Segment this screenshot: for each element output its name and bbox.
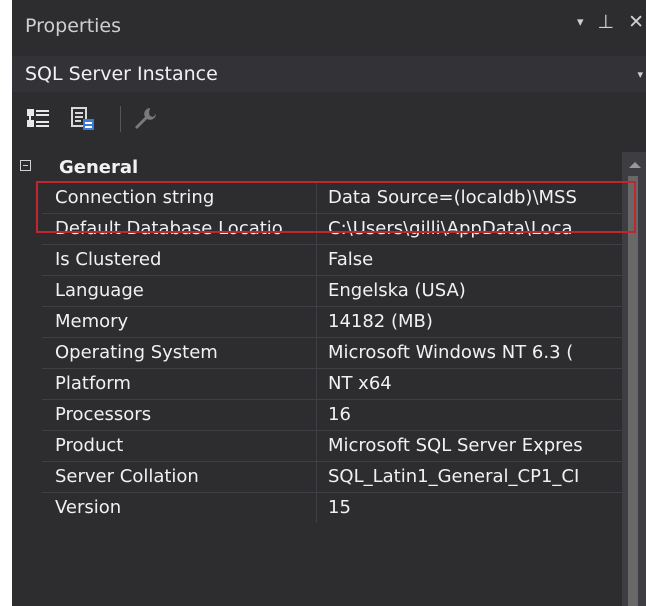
property-value[interactable]: 14182 (MB) <box>318 307 622 337</box>
window-position-dropdown-icon[interactable]: ▾ <box>577 16 584 29</box>
property-row[interactable]: Processors 16 <box>42 399 622 430</box>
properties-panel: Properties ▾ ⊥ ✕ SQL Server Instance ▾ G… <box>12 0 646 606</box>
scroll-up-arrow-icon[interactable] <box>629 162 641 168</box>
scrollbar-thumb[interactable] <box>628 176 638 606</box>
property-value[interactable]: Data Source=(localdb)\MSS <box>318 183 622 213</box>
property-grid: General Connection string Data Source=(l… <box>12 152 646 606</box>
panel-title: Properties <box>25 15 122 37</box>
property-name: Server Collation <box>42 462 317 492</box>
property-name: Operating System <box>42 338 317 368</box>
grid-gutter <box>12 182 42 606</box>
property-row[interactable]: Connection string Data Source=(localdb)\… <box>42 182 622 213</box>
vertical-scrollbar[interactable] <box>622 152 646 606</box>
properties-toolbar <box>12 92 646 152</box>
title-controls: ▾ ⊥ ✕ <box>577 13 644 32</box>
property-value[interactable]: Microsoft Windows NT 6.3 ( <box>318 338 622 368</box>
property-row[interactable]: Memory 14182 (MB) <box>42 306 622 337</box>
property-row[interactable]: Product Microsoft SQL Server Expres <box>42 430 622 461</box>
property-name: Version <box>42 493 317 523</box>
object-selector-value: SQL Server Instance <box>25 63 218 85</box>
property-row[interactable]: Platform NT x64 <box>42 368 622 399</box>
property-value[interactable]: NT x64 <box>318 369 622 399</box>
property-row[interactable]: Server Collation SQL_Latin1_General_CP1_… <box>42 461 622 492</box>
property-value[interactable]: 15 <box>318 493 622 523</box>
property-name: Memory <box>42 307 317 337</box>
property-name: Product <box>42 431 317 461</box>
property-name: Platform <box>42 369 317 399</box>
property-name: Language <box>42 276 317 306</box>
property-value[interactable]: Engelska (USA) <box>318 276 622 306</box>
property-value[interactable]: Microsoft SQL Server Expres <box>318 431 622 461</box>
property-name: Processors <box>42 400 317 430</box>
property-value[interactable]: C:\Users\gilli\AppData\Loca <box>318 214 622 244</box>
property-name: Default Database Locatio <box>42 214 317 244</box>
property-row[interactable]: Language Engelska (USA) <box>42 275 622 306</box>
categorized-icon[interactable] <box>25 106 51 132</box>
property-row[interactable]: Is Clustered False <box>42 244 622 275</box>
property-row[interactable]: Version 15 <box>42 492 622 523</box>
property-value[interactable]: SQL_Latin1_General_CP1_CI <box>318 462 622 492</box>
pin-icon[interactable]: ⊥ <box>598 13 615 32</box>
collapse-icon[interactable] <box>20 160 31 171</box>
property-row[interactable]: Default Database Locatio C:\Users\gilli\… <box>42 213 622 244</box>
property-value[interactable]: False <box>318 245 622 275</box>
property-name: Connection string <box>42 183 317 213</box>
category-row-general[interactable]: General <box>12 152 622 182</box>
toolbar-separator <box>120 106 121 132</box>
property-value[interactable]: 16 <box>318 400 622 430</box>
property-row[interactable]: Operating System Microsoft Windows NT 6.… <box>42 337 622 368</box>
panel-title-bar: Properties ▾ ⊥ ✕ <box>12 0 646 55</box>
chevron-down-icon: ▾ <box>637 68 643 81</box>
property-pages-icon[interactable] <box>70 106 96 132</box>
category-label: General <box>59 157 139 178</box>
close-icon[interactable]: ✕ <box>628 13 644 32</box>
property-name: Is Clustered <box>42 245 317 275</box>
wrench-icon[interactable] <box>132 106 158 132</box>
object-selector-dropdown[interactable]: SQL Server Instance ▾ <box>12 56 646 92</box>
